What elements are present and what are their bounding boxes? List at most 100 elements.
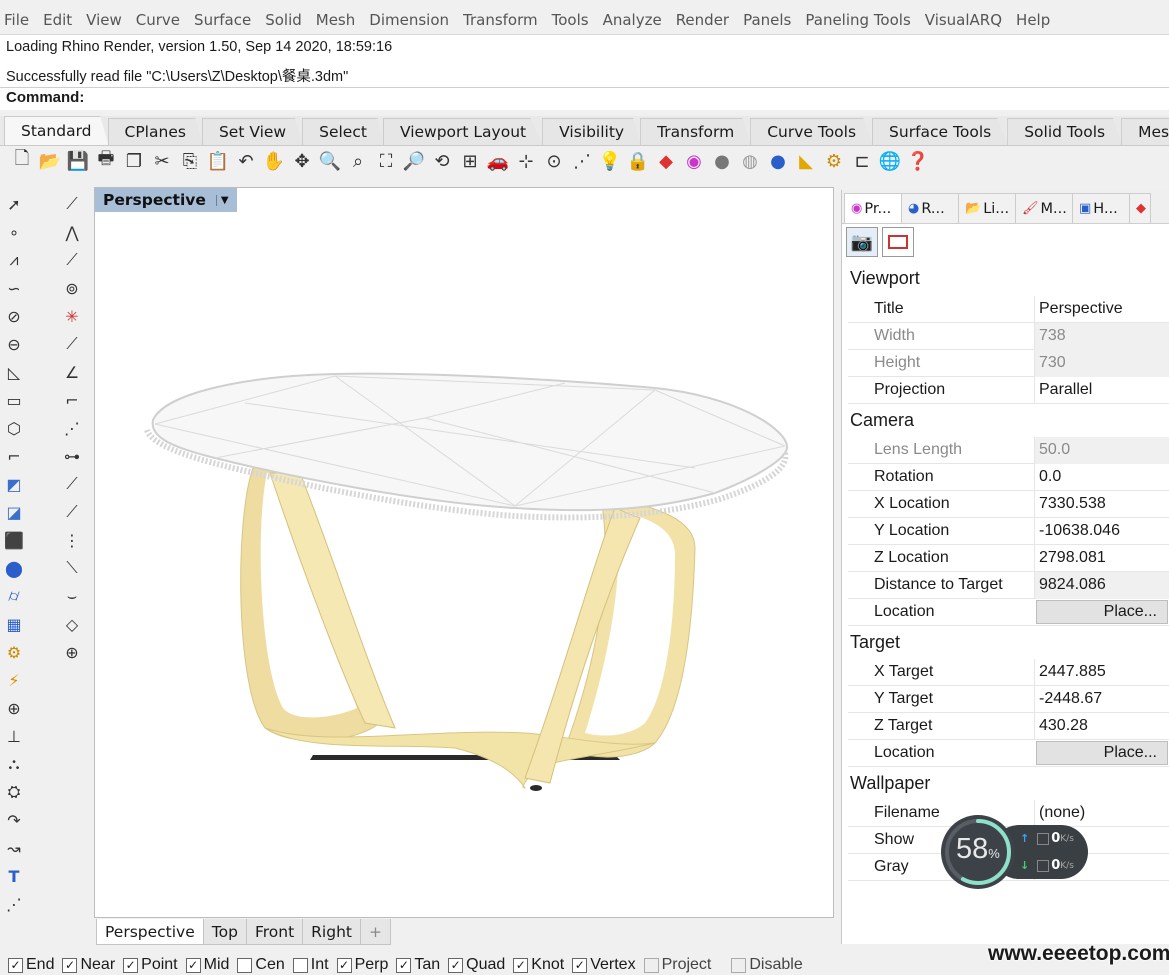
menu-paneling-tools[interactable]: Paneling Tools [805,11,910,29]
zoom-extents-icon[interactable]: ⛶ [372,148,400,174]
curve-icon[interactable]: ∽ [0,274,28,302]
curve-from-object-icon[interactable]: ↷ [0,806,28,834]
viewport-tab-top[interactable]: Top [202,919,247,945]
prop-y-location-input[interactable]: -10638.046 [1034,517,1169,545]
color-wheel-icon[interactable]: ◉ [680,148,708,174]
prop-z-location-input[interactable]: 2798.081 [1034,544,1169,572]
select-arrow-icon[interactable]: ➚ [0,190,28,218]
network-speed-widget[interactable]: 58% ↑ 0 K/s ↓ 0 K/s [940,815,1092,889]
sun-icon[interactable]: ◣ [792,148,820,174]
tab-transform[interactable]: Transform [640,118,752,145]
tab-surface-tools[interactable]: Surface Tools [872,118,1009,145]
menu-visualarq[interactable]: VisualARQ [925,11,1002,29]
ellipse-icon[interactable]: ⊖ [0,330,28,358]
menu-panels[interactable]: Panels [743,11,791,29]
line-normal-icon[interactable]: ✳ [58,302,86,330]
line-diagonal-icon[interactable]: ⟍ [58,554,86,582]
osnap-checkbox[interactable]: ✓ [513,957,529,973]
line-bisector-icon[interactable]: ⟋ [58,470,86,498]
rotate-view-icon[interactable]: ✥ [288,148,316,174]
osnap-checkbox[interactable]: ✓ [185,957,201,973]
osnap-perp[interactable]: ✓ Perp [336,956,388,974]
menu-surface[interactable]: Surface [194,11,251,29]
osnap-int[interactable]: Int [292,956,329,974]
prop-y-target-input[interactable]: -2448.67 [1034,685,1169,713]
surface-from-points-icon[interactable]: ◩ [0,470,28,498]
panel-tab-materials[interactable]: 🖌 M... [1015,193,1073,223]
globe-icon[interactable]: 🌐 [876,148,904,174]
cylinder-icon[interactable]: ⌭ [0,582,28,610]
osnap-mid[interactable]: ✓ Mid [185,956,229,974]
osnap-checkbox[interactable]: ✓ [396,957,412,973]
box-solid-icon[interactable]: ⬛ [0,526,28,554]
sphere-grid-icon[interactable]: ⊕ [58,638,86,666]
move-icon[interactable]: ⊕ [0,694,28,722]
tab-curve-tools[interactable]: Curve Tools [750,118,874,145]
menu-edit[interactable]: Edit [43,11,72,29]
open-folder-icon[interactable]: 📂 [36,148,64,174]
text-icon[interactable]: T [0,862,28,890]
menu-render[interactable]: Render [676,11,729,29]
menu-mesh[interactable]: Mesh [316,11,356,29]
menu-dimension[interactable]: Dimension [369,11,449,29]
rectangle-frame-icon[interactable] [882,227,914,257]
osnap-checkbox[interactable]: ✓ [448,957,464,973]
line-angle-icon[interactable]: ∠ [58,358,86,386]
mesh-icon[interactable]: ▦ [0,610,28,638]
tab-visibility[interactable]: Visibility [542,118,642,145]
line-tangent-icon[interactable]: ⟋ [58,330,86,358]
render-sphere-icon[interactable]: ● [764,148,792,174]
add-viewport-tab-button[interactable]: + [359,919,391,945]
osnap-checkbox[interactable]: ✓ [8,957,23,973]
tab-standard[interactable]: Standard [4,116,109,145]
diamond-icon[interactable]: ◇ [58,610,86,638]
osnap-project[interactable]: Project [643,956,711,974]
zoom-window-icon[interactable]: ⌕ [344,148,372,174]
undo-view-icon[interactable]: ⟲ [428,148,456,174]
menu-file[interactable]: File [4,11,29,29]
osnap-checkbox[interactable] [237,957,253,973]
osnap-cen[interactable]: Cen [237,956,285,974]
panel-tab-properties[interactable]: ◉ Pr... [844,193,902,223]
osnap-checkbox[interactable]: ✓ [62,957,78,973]
undo-icon[interactable]: ↶ [232,148,260,174]
line-segments-icon[interactable]: ⟋ [58,246,86,274]
cplane-icon[interactable]: ⊹ [512,148,540,174]
polygon-icon[interactable]: ⬡ [0,414,28,442]
camera-place-button[interactable]: Place... [1036,600,1168,624]
light-icon[interactable]: 💡 [596,148,624,174]
help-icon[interactable]: ❓ [904,148,932,174]
circle-icon[interactable]: ⊘ [0,302,28,330]
rectangle-icon[interactable]: ▭ [0,386,28,414]
zoom-selected-icon[interactable]: 🔎 [400,148,428,174]
osnap-near[interactable]: ✓ Near [62,956,115,974]
polyline-icon[interactable]: ⩘ [0,246,28,274]
pan-hand-icon[interactable]: ✋ [260,148,288,174]
prop-x-location-input[interactable]: 7330.538 [1034,490,1169,518]
tab-solid-tools[interactable]: Solid Tools [1007,118,1123,145]
osnap-checkbox[interactable] [643,957,659,973]
panel-tab-render[interactable]: ◕ R... [901,193,959,223]
group-icon[interactable]: ⛬ [0,750,28,778]
fillet-curve-icon[interactable]: ⌐ [0,442,28,470]
toolbar-layout-icon[interactable]: ⊏ [848,148,876,174]
menu-solid[interactable]: Solid [265,11,302,29]
prop-projection-select[interactable]: Parallel [1034,376,1169,404]
osnap-vertex[interactable]: ✓ Vertex [572,956,636,974]
four-viewports-icon[interactable]: ⊞ [456,148,484,174]
prop-title-input[interactable]: Perspective [1034,295,1169,323]
shaded-sphere-icon[interactable]: ● [708,148,736,174]
array-icon[interactable]: ⛭ [0,778,28,806]
tab-viewport-layout[interactable]: Viewport Layout [382,118,544,145]
viewport-tab-right[interactable]: Right [302,919,361,945]
command-line-input[interactable]: Command: [0,87,1169,109]
menu-analyze[interactable]: Analyze [603,11,662,29]
paste-icon[interactable]: 📋 [204,148,232,174]
print-icon[interactable]: 🖶 [92,148,120,174]
curve-bridge-icon[interactable]: ⌣ [58,582,86,610]
line-icon[interactable]: ⟋ [58,190,86,218]
osnap-icon[interactable]: ⊙ [540,148,568,174]
prop-distance-input[interactable]: 9824.086 [1034,571,1169,599]
line-perp-icon[interactable]: ⟋ [58,498,86,526]
points-on-icon[interactable]: ⋰ [568,148,596,174]
